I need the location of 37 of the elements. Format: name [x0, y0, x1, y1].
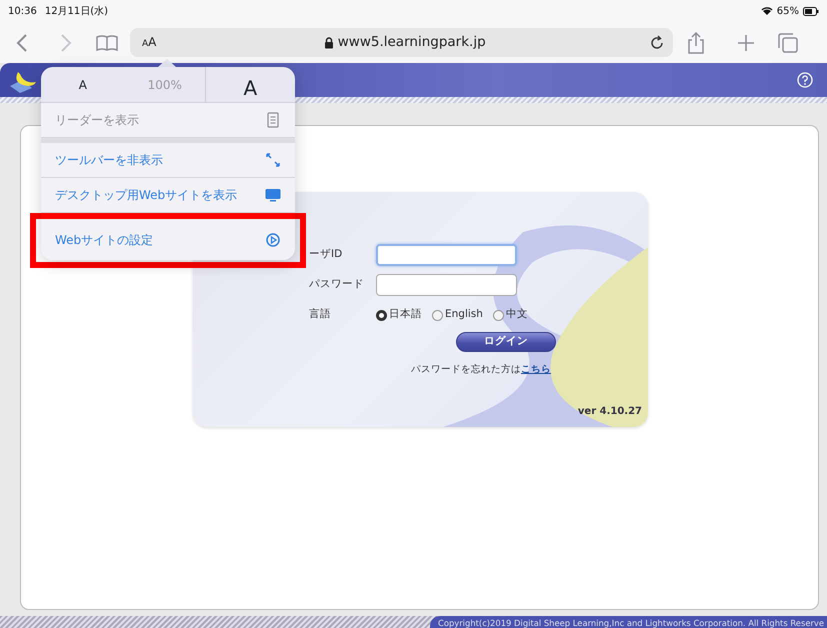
radio-button[interactable]	[432, 310, 443, 320]
radio-button[interactable]	[376, 310, 387, 320]
input-field[interactable]	[376, 244, 517, 266]
radio-button[interactable]	[492, 310, 504, 320]
input-field[interactable]	[376, 274, 517, 296]
status-time: 10:36	[8, 4, 37, 18]
address-bar[interactable]: AA www5.learningpark.jp	[130, 28, 673, 57]
field-label: 言語	[309, 307, 332, 322]
decrease-font-button[interactable]: A	[41, 67, 125, 102]
play-circle-icon	[265, 232, 281, 248]
battery-percent: 65%	[776, 4, 799, 18]
copyright-text: Copyright(c)2019 Digital Sheep Learning,Inc and Lightworks Corporation. All Rights Reserve	[430, 616, 827, 628]
radio-label: 日本語	[389, 307, 422, 322]
radio-label: 中文	[506, 307, 528, 322]
document-icon	[265, 112, 281, 128]
field-label: パスワード	[309, 277, 365, 292]
field-label: ーザID	[309, 247, 344, 262]
menu-item[interactable]: ツールバーを非表示	[41, 143, 295, 178]
lock-icon	[324, 36, 334, 48]
reload-icon[interactable]	[649, 34, 666, 50]
version-text: ver 4.10.27	[578, 405, 642, 419]
forgot-password-link[interactable]: こちら	[521, 364, 551, 375]
zoom-percent: 100%	[146, 76, 183, 94]
help-icon[interactable]	[797, 72, 813, 88]
menu-item[interactable]: Webサイトの設定	[41, 219, 295, 260]
text-size-button[interactable]: AA	[138, 33, 160, 52]
menu-item[interactable]: デスクトップ用Webサイトを表示	[41, 178, 295, 213]
wifi-icon	[760, 6, 773, 16]
battery-icon	[803, 6, 819, 16]
monitor-icon	[265, 187, 281, 203]
resize-arrows-icon	[265, 152, 281, 168]
status-date: 12月11日(水)	[44, 4, 108, 18]
radio-label: English	[445, 307, 483, 322]
increase-font-button[interactable]: A	[204, 67, 295, 102]
url-text: www5.learningpark.jp	[338, 33, 486, 52]
forgot-password-text: パスワードを忘れた方は こちら	[411, 364, 551, 375]
login-button[interactable]: ログイン	[456, 332, 556, 352]
